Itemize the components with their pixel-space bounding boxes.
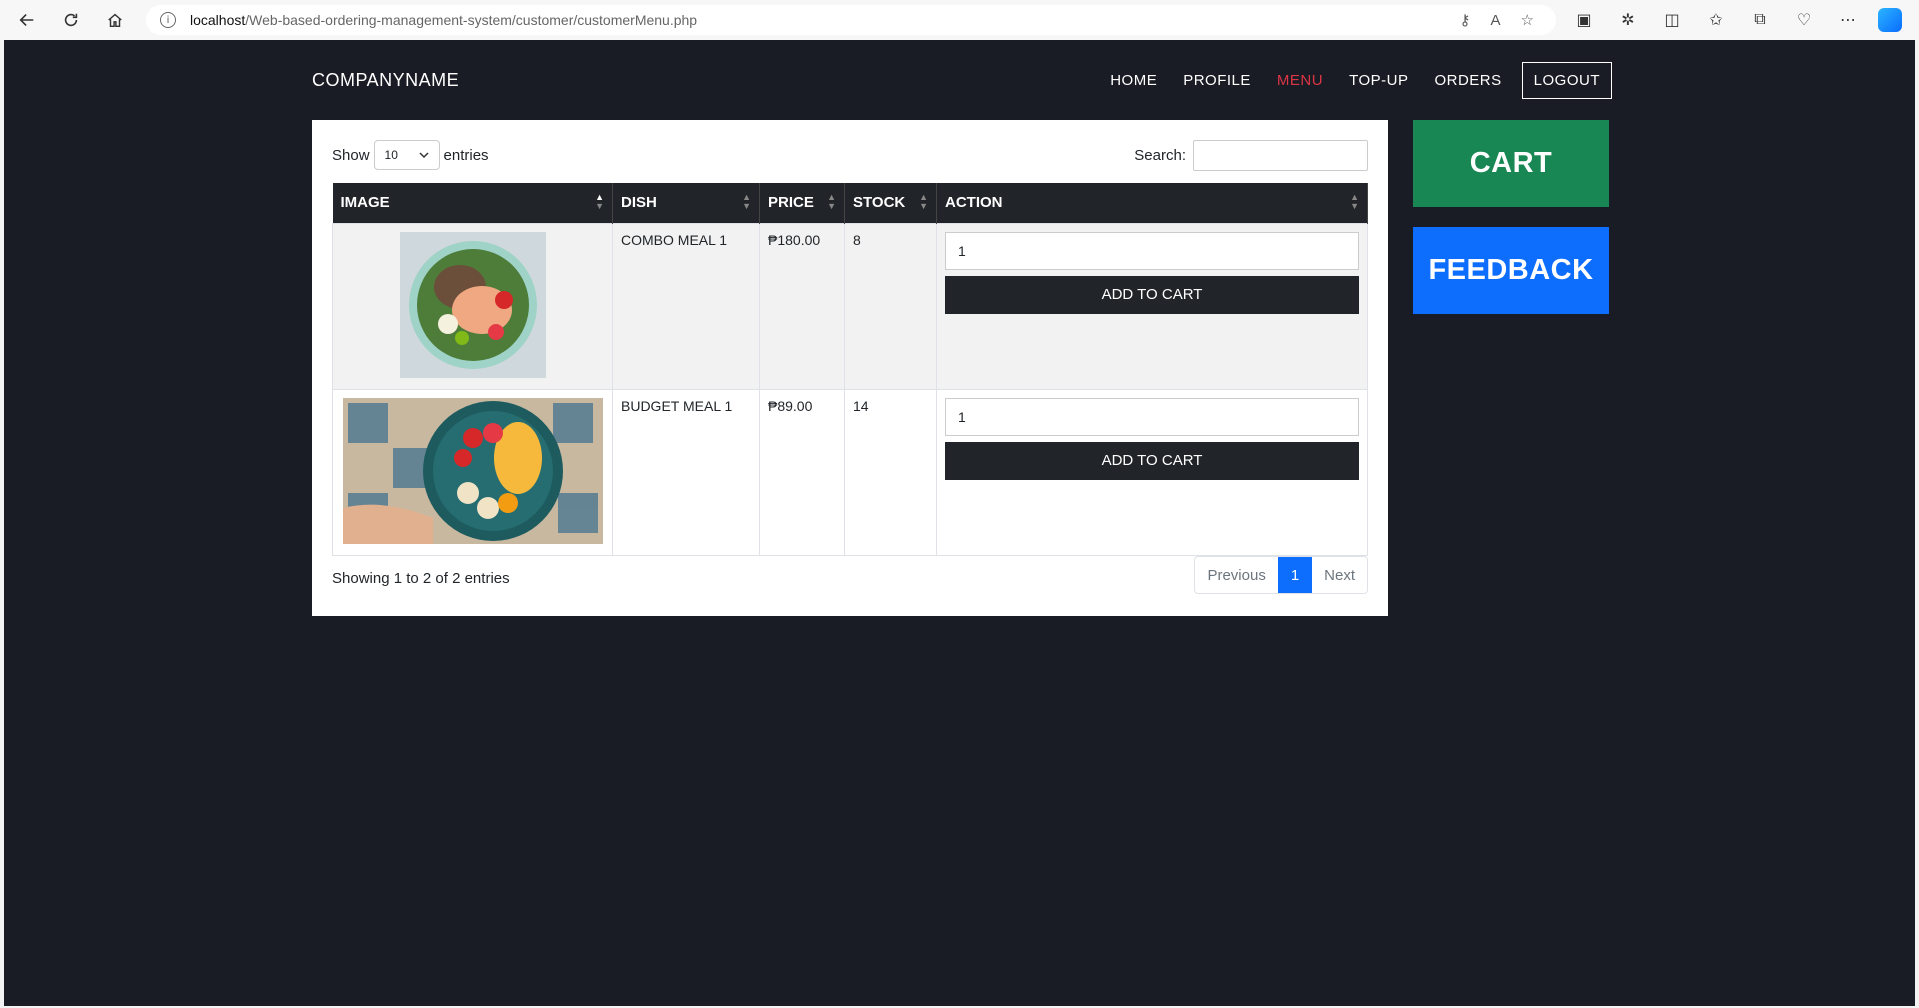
cart-button[interactable]: CART (1413, 120, 1609, 207)
sort-icon: ▲ ▼ (595, 192, 604, 211)
page-1-button[interactable]: 1 (1277, 557, 1313, 593)
header-action[interactable]: ACTION ▲ ▼ (936, 183, 1368, 223)
dish-cell: COMBO MEAL 1 (612, 222, 760, 390)
copilot-icon[interactable] (1878, 8, 1902, 32)
read-aloud-icon[interactable]: A (1491, 12, 1501, 29)
refresh-icon[interactable] (56, 5, 86, 35)
add-to-cart-button[interactable]: ADD TO CART (945, 275, 1359, 314)
stock-cell: 8 (844, 222, 937, 390)
split-screen-icon[interactable]: ◫ (1658, 10, 1686, 30)
salad-bowl-image (399, 231, 546, 378)
quantity-input[interactable]: 1 (945, 397, 1359, 436)
entries-control: Show 10 entries (332, 140, 489, 170)
action-cell: 1 ADD TO CART (936, 222, 1368, 390)
page: COMPANYNAME HOME PROFILE MENU TOP-UP ORD… (4, 40, 1915, 1006)
dish-cell: BUDGET MEAL 1 (612, 388, 760, 556)
back-icon[interactable] (12, 5, 42, 35)
price-cell: ₱180.00 (759, 222, 845, 390)
collections-icon[interactable]: ⧉ (1746, 11, 1774, 29)
nav-menu: HOME PROFILE MENU TOP-UP ORDERS LOGOUT (1084, 60, 1612, 100)
stock-cell: 14 (844, 388, 937, 556)
nav-home[interactable]: HOME (1110, 72, 1157, 89)
previous-button[interactable]: Previous (1195, 557, 1277, 593)
entries-select[interactable]: 10 (373, 140, 440, 170)
show-label: Show (332, 146, 370, 164)
table-row: BUDGET MEAL 1 ₱89.00 14 1 ADD TO CART (332, 388, 1368, 556)
entries-label: entries (443, 146, 489, 164)
table-row: COMBO MEAL 1 ₱180.00 8 1 ADD TO CART (332, 222, 1368, 390)
price-cell: ₱89.00 (759, 388, 845, 556)
header-stock[interactable]: STOCK ▲ ▼ (844, 183, 937, 223)
address-bar[interactable]: i localhost/Web-based-ordering-managemen… (146, 5, 1556, 35)
more-menu-icon[interactable]: ⋯ (1834, 10, 1862, 30)
nav-profile[interactable]: PROFILE (1183, 72, 1251, 89)
pagination: Previous 1 Next (1194, 556, 1368, 594)
search-input[interactable] (1193, 140, 1368, 171)
favorite-star-icon[interactable]: ☆ (1521, 11, 1534, 29)
navbar: COMPANYNAME HOME PROFILE MENU TOP-UP ORD… (312, 60, 1612, 100)
sort-icon: ▲ ▼ (1350, 192, 1359, 211)
nav-topup[interactable]: TOP-UP (1349, 72, 1408, 89)
extension-icon[interactable]: ▣ (1570, 10, 1598, 30)
table-info: Showing 1 to 2 of 2 entries (332, 570, 510, 587)
url-path: /Web-based-ordering-management-system/cu… (245, 12, 698, 28)
home-icon[interactable] (100, 5, 130, 35)
sort-icon: ▲ ▼ (827, 192, 836, 211)
header-image[interactable]: IMAGE ▲ ▼ (332, 183, 613, 223)
quantity-input[interactable]: 1 (945, 231, 1359, 270)
browser-toolbar: i localhost/Web-based-ordering-managemen… (0, 0, 1919, 40)
next-button[interactable]: Next (1312, 557, 1367, 593)
search-label: Search: (1134, 147, 1186, 164)
nav-orders[interactable]: ORDERS (1434, 72, 1501, 89)
sort-icon: ▲ ▼ (742, 192, 751, 211)
feedback-button[interactable]: FEEDBACK (1413, 227, 1609, 314)
favorites-icon[interactable]: ✩ (1702, 10, 1730, 30)
menu-table: IMAGE ▲ ▼ DISH ▲ ▼ PRICE ▲ ▼ STOCK ▲ ▼ ACTION ▲ ▼ (332, 183, 1368, 556)
search-control: Search: (1134, 140, 1368, 171)
info-icon[interactable]: i (160, 12, 176, 28)
sort-icon: ▲ ▼ (919, 192, 928, 211)
header-price[interactable]: PRICE ▲ ▼ (759, 183, 845, 223)
header-dish[interactable]: DISH ▲ ▼ (612, 183, 760, 223)
brand-logo[interactable]: COMPANYNAME (312, 70, 459, 91)
menu-card: Show 10 entries Search: IMAGE ▲ ▼ DISH ▲ ▼ P… (312, 120, 1388, 616)
fruit-plate-image (342, 397, 603, 544)
add-to-cart-button[interactable]: ADD TO CART (945, 441, 1359, 480)
image-cell (332, 388, 613, 556)
entries-value: 10 (384, 148, 398, 162)
key-icon[interactable]: ⚷ (1460, 11, 1471, 29)
url-host: localhost (190, 12, 246, 28)
puzzle-icon[interactable]: ✲ (1614, 10, 1642, 30)
logout-button[interactable]: LOGOUT (1521, 61, 1612, 99)
performance-icon[interactable]: ♡ (1790, 10, 1818, 30)
nav-menu-active[interactable]: MENU (1277, 72, 1323, 89)
chevron-down-icon (419, 148, 429, 162)
image-cell (332, 222, 613, 390)
action-cell: 1 ADD TO CART (936, 388, 1368, 556)
